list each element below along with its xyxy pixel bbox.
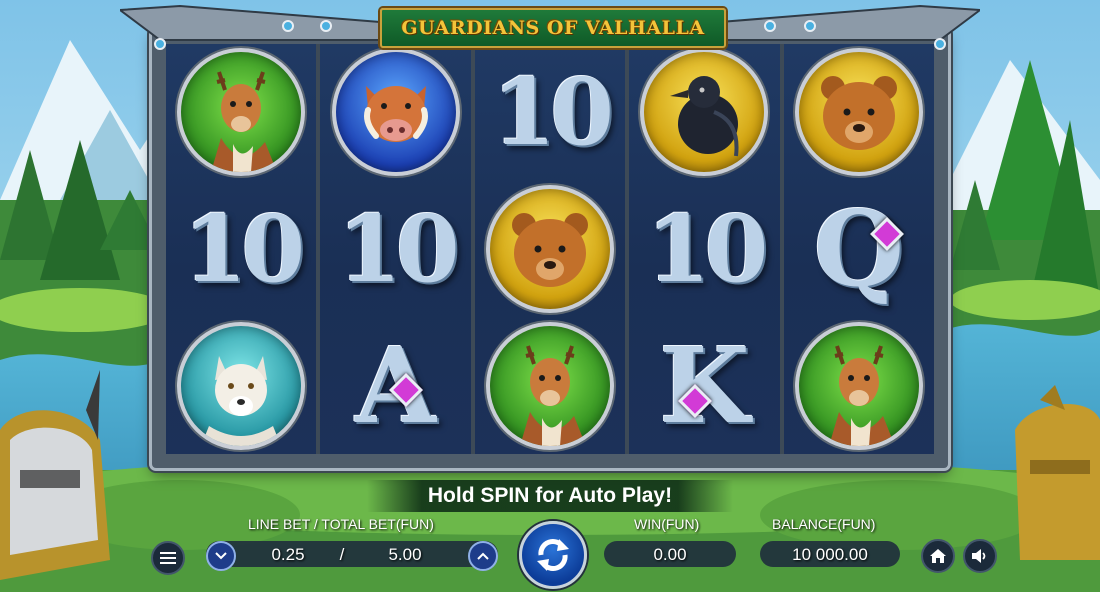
spin-arrows-icon	[537, 539, 569, 571]
win-value: 0.00	[653, 545, 687, 564]
symbol-boar	[321, 47, 471, 177]
wolf-icon	[201, 355, 282, 446]
symbol-queen: Q	[813, 186, 905, 310]
home-icon	[930, 549, 946, 563]
auto-play-hint: Hold SPIN for Auto Play!	[427, 484, 673, 507]
chevron-down-icon	[215, 552, 227, 560]
spin-button[interactable]	[519, 521, 587, 589]
symbol-ten: 10	[646, 194, 768, 303]
bet-decrease-button[interactable]	[206, 541, 236, 571]
bear-icon	[511, 212, 588, 287]
symbol-ace: A	[321, 321, 471, 451]
bear-icon	[820, 76, 897, 151]
win-label: WIN(FUN)	[634, 516, 700, 532]
reel-1: 10	[166, 44, 317, 454]
symbol-bear	[784, 47, 934, 177]
symbol-ten: 10	[491, 58, 614, 167]
reel-2: 10 A	[320, 44, 471, 454]
symbol-raven	[629, 47, 779, 177]
line-bet-value: 0.25	[271, 545, 305, 564]
balance-label: BALANCE(FUN)	[772, 516, 876, 532]
symbol-wolf	[166, 321, 316, 451]
home-button[interactable]	[921, 539, 955, 573]
bet-increase-button[interactable]	[468, 541, 498, 571]
sound-button[interactable]	[963, 539, 997, 573]
reel-4: 10 K	[629, 44, 780, 454]
deer-icon	[828, 345, 895, 446]
symbol-deer	[475, 321, 625, 451]
symbol-deer	[784, 321, 934, 451]
bet-separator: /	[339, 545, 345, 564]
boar-icon	[363, 86, 428, 143]
balance-value: 10 000.00	[792, 545, 868, 564]
reels-frame: 10 10 10 10 K Q	[152, 30, 948, 468]
deer-icon	[211, 71, 278, 173]
bet-label: LINE BET / TOTAL BET(FUN)	[248, 516, 434, 532]
menu-icon	[160, 552, 176, 564]
symbol-deer	[166, 47, 316, 177]
game-title-plate: GUARDIANS OF VALHALLA	[380, 8, 726, 48]
symbol-king: K	[659, 323, 750, 447]
deer-icon	[519, 345, 586, 446]
reel-5: Q	[783, 44, 934, 454]
speaker-icon	[972, 549, 986, 563]
reels-grid: 10 10 10 10 K Q	[166, 44, 934, 454]
symbol-bear	[475, 184, 625, 314]
raven-icon	[670, 76, 739, 157]
symbol-ten: 10	[183, 194, 305, 303]
total-bet-value: 5.00	[388, 545, 422, 564]
symbol-ten: 10	[337, 194, 460, 303]
bet-panel	[206, 541, 498, 567]
chevron-up-icon	[477, 552, 489, 560]
auto-play-banner: Hold SPIN for Auto Play!	[367, 480, 733, 512]
menu-button[interactable]	[151, 541, 185, 575]
reel-3: 10	[474, 44, 626, 454]
game-title: GUARDIANS OF VALHALLA	[401, 17, 705, 39]
